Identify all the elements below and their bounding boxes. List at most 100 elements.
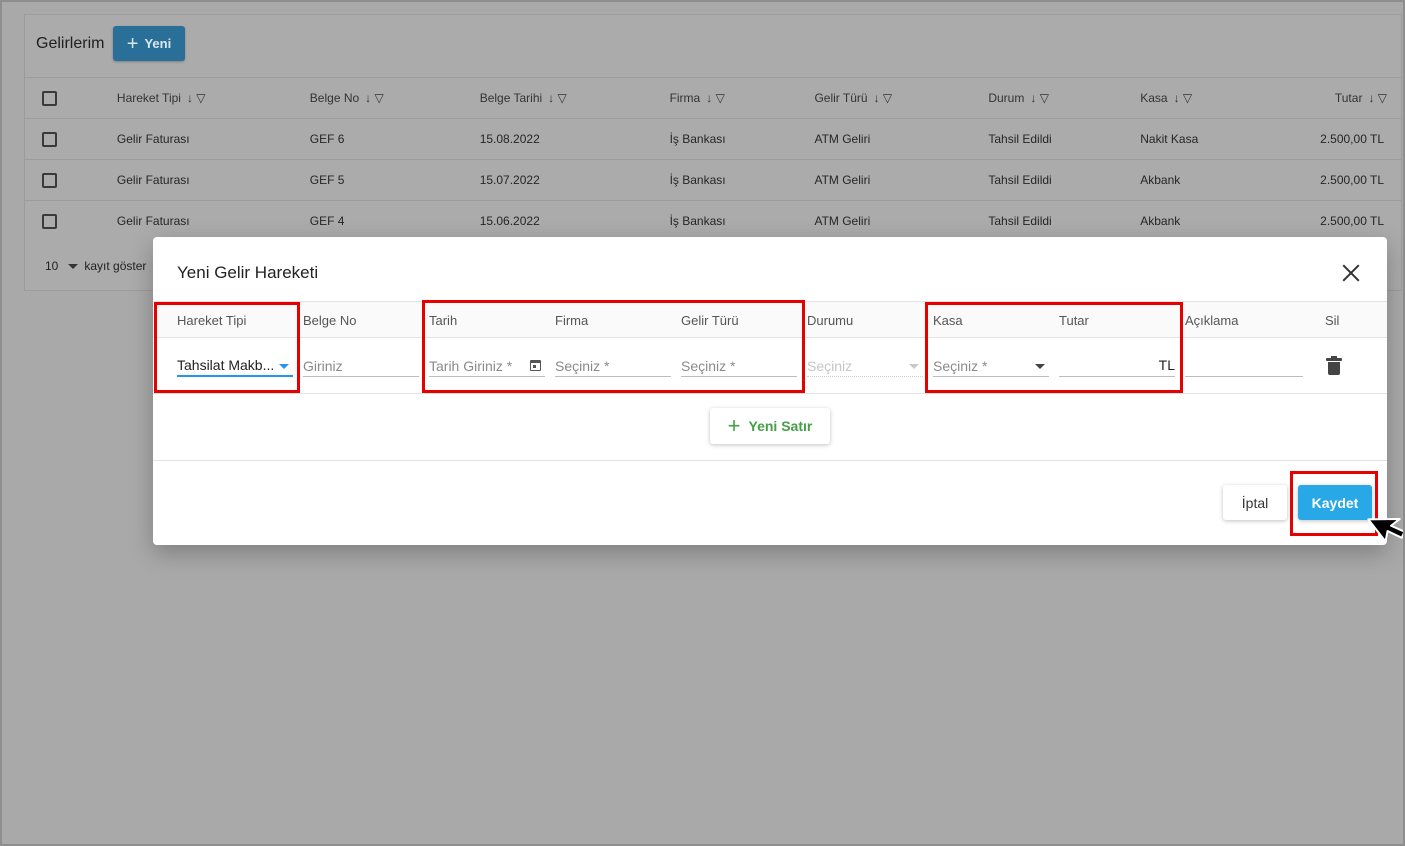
sort-filter-icon: ↓ ▽ — [548, 91, 567, 105]
cell: ATM Geliri — [814, 200, 989, 242]
col-header[interactable]: Gelir Türü ↓ ▽ — [814, 77, 989, 119]
header-belge-no: Belge No — [303, 313, 357, 328]
cell: Gelir Faturası — [116, 159, 310, 201]
sort-filter-icon: ↓ ▽ — [706, 91, 725, 105]
income-table: Hareket Tipi ↓ ▽ Belge No ↓ ▽ Belge Tarihi… — [25, 77, 1401, 242]
tarih-placeholder: Tarih Giriniz * — [429, 357, 513, 374]
page-size-value: 10 — [45, 259, 59, 273]
currency-suffix: TL — [1158, 357, 1175, 373]
header-hareket-tipi: Hareket Tipi — [177, 313, 247, 328]
hareket-tipi-value: Tahsilat Makb... — [177, 357, 275, 373]
page-title: Gelirlerim — [36, 35, 105, 52]
chevron-down-icon — [279, 364, 289, 369]
dialog-title: Yeni Gelir Hareketi — [177, 263, 319, 282]
cell: GEF 5 — [309, 159, 480, 201]
col-header[interactable]: Belge Tarihi ↓ ▽ — [479, 77, 670, 119]
cell: 2.500,00 TL — [1320, 159, 1401, 201]
header-kasa: Kasa — [933, 313, 963, 328]
col-header[interactable]: Kasa ↓ ▽ — [1140, 77, 1321, 119]
footer-divider — [153, 460, 1387, 461]
table-row[interactable]: Gelir Faturası GEF 5 15.07.2022 İş Banka… — [25, 159, 1401, 201]
select-all-checkbox[interactable] — [42, 90, 57, 106]
cancel-button[interactable]: İptal — [1223, 485, 1287, 520]
cell: 2.500,00 TL — [1320, 118, 1401, 160]
hareket-tipi-select[interactable]: Tahsilat Makb... — [177, 355, 293, 377]
gelir-turu-placeholder: Seçiniz * — [681, 357, 736, 374]
cell: Tahsil Edildi — [988, 200, 1141, 242]
cell: İş Bankası — [669, 200, 815, 242]
new-button-label: Yeni — [144, 36, 172, 51]
form-row: Tahsilat Makb... Giriniz Tarih Giriniz *… — [153, 338, 1387, 394]
tutar-input[interactable]: TL — [1059, 355, 1175, 377]
cell: Akbank — [1140, 200, 1321, 242]
calendar-icon[interactable] — [530, 360, 541, 371]
col-header[interactable]: Belge No ↓ ▽ — [309, 77, 480, 119]
belge-no-input[interactable]: Giriniz — [303, 355, 419, 377]
cell: Nakit Kasa — [1140, 118, 1321, 160]
col-header[interactable]: Durum ↓ ▽ — [988, 77, 1141, 119]
add-row-label: Yeni Satır — [748, 418, 813, 434]
cell: 15.08.2022 — [479, 118, 670, 160]
header-aciklama: Açıklama — [1185, 313, 1239, 328]
header-durumu: Durumu — [807, 313, 854, 328]
sort-filter-icon: ↓ ▽ — [1030, 91, 1049, 105]
table-row[interactable]: Gelir Faturası GEF 4 15.06.2022 İş Banka… — [25, 200, 1401, 242]
page-size-selector[interactable]: 10 kayıt göster — [45, 259, 146, 273]
sort-filter-icon: ↓ ▽ — [365, 91, 384, 105]
row-checkbox[interactable] — [42, 213, 57, 229]
header-tutar: Tutar — [1059, 313, 1089, 328]
durumu-placeholder: Seçiniz — [807, 357, 853, 374]
kasa-placeholder: Seçiniz * — [933, 357, 988, 374]
firma-select[interactable]: Seçiniz * — [555, 355, 671, 377]
new-income-dialog: Yeni Gelir Hareketi Hareket Tipi Belge N… — [153, 237, 1387, 545]
tarih-input[interactable]: Tarih Giriniz * — [429, 355, 545, 377]
mouse-cursor-icon — [1367, 517, 1403, 543]
cell: ATM Geliri — [814, 159, 989, 201]
new-income-button[interactable]: + Yeni — [113, 26, 185, 61]
col-header[interactable]: Hareket Tipi ↓ ▽ — [116, 77, 310, 119]
row-checkbox[interactable] — [42, 172, 57, 188]
plus-icon: + — [126, 32, 139, 55]
cell: Gelir Faturası — [116, 118, 310, 160]
col-header[interactable]: Firma ↓ ▽ — [669, 77, 815, 119]
header-sil: Sil — [1325, 313, 1340, 328]
cell: Tahsil Edildi — [988, 159, 1141, 201]
durumu-select[interactable]: Seçiniz — [807, 355, 923, 377]
form-grid-header: Hareket Tipi Belge No Tarih Firma Gelir … — [153, 301, 1387, 338]
sort-filter-icon: ↓ ▽ — [1173, 91, 1193, 105]
table-header-row: Hareket Tipi ↓ ▽ Belge No ↓ ▽ Belge Tarihi… — [25, 77, 1401, 119]
close-icon[interactable] — [1341, 263, 1361, 283]
plus-icon: + — [727, 413, 741, 438]
gelir-turu-select[interactable]: Seçiniz * — [681, 355, 797, 377]
aciklama-input[interactable] — [1185, 355, 1303, 377]
table-row[interactable]: Gelir Faturası GEF 6 15.08.2022 İş Banka… — [25, 118, 1401, 160]
sort-filter-icon: ↓ ▽ — [186, 91, 206, 105]
cell: İş Bankası — [669, 159, 815, 201]
cell: Tahsil Edildi — [988, 118, 1141, 160]
page-size-label: kayıt göster — [84, 259, 147, 273]
cell: ATM Geliri — [814, 118, 989, 160]
cell: 2.500,00 TL — [1320, 200, 1401, 242]
sort-filter-icon: ↓ ▽ — [1368, 91, 1387, 105]
firma-placeholder: Seçiniz * — [555, 357, 610, 374]
kasa-select[interactable]: Seçiniz * — [933, 355, 1049, 377]
cell: 15.06.2022 — [479, 200, 670, 242]
header-tarih: Tarih — [429, 313, 458, 328]
cell: 15.07.2022 — [479, 159, 670, 201]
add-row-button[interactable]: + Yeni Satır — [710, 408, 830, 444]
cell: GEF 6 — [309, 118, 480, 160]
sort-filter-icon: ↓ ▽ — [873, 91, 893, 105]
belge-no-placeholder: Giriniz — [303, 357, 343, 374]
col-header[interactable]: Tutar ↓ ▽ — [1320, 77, 1401, 119]
chevron-down-icon — [1035, 364, 1045, 369]
cell: İş Bankası — [669, 118, 815, 160]
header-gelir-turu: Gelir Türü — [681, 313, 739, 328]
cell: Gelir Faturası — [116, 200, 310, 242]
card-header: Gelirlerim + Yeni — [25, 15, 1401, 77]
cell: GEF 4 — [309, 200, 480, 242]
header-firma: Firma — [555, 313, 589, 328]
row-checkbox[interactable] — [42, 131, 57, 147]
chevron-down-icon — [68, 263, 79, 269]
cell: Akbank — [1140, 159, 1321, 201]
trash-icon[interactable] — [1326, 356, 1342, 375]
